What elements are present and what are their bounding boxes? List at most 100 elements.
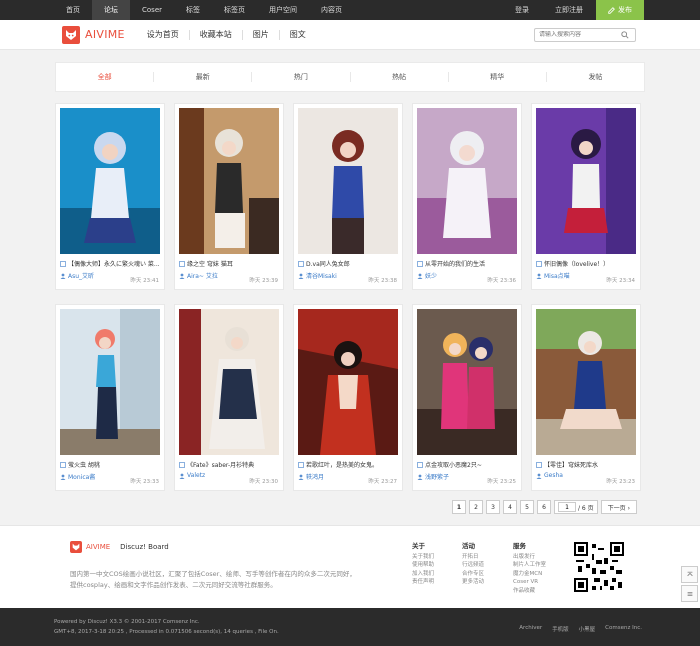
footer-board-name: Discuz! Board	[120, 543, 169, 551]
edit-icon	[608, 6, 615, 14]
user-icon	[417, 474, 423, 480]
tab-hot[interactable]: 热门	[251, 72, 349, 82]
document-icon	[536, 260, 542, 267]
post-time: 昨天 23:23	[606, 479, 635, 485]
post-title[interactable]: 点金攻取小恶魔2只~	[417, 460, 517, 469]
post-card[interactable]: 萤火虫 胡桃 Monica酱 昨天 23:33	[55, 304, 165, 491]
post-thumbnail[interactable]	[298, 309, 398, 455]
tab-latest[interactable]: 最新	[153, 72, 251, 82]
footer-link[interactable]: 作品收藏	[513, 587, 546, 596]
publish-button[interactable]: 发布	[596, 0, 644, 20]
post-title[interactable]: 【偶像大师】永久に繁火魂い 菜...	[60, 259, 160, 268]
post-card[interactable]: D.va同人兔女郎 清谷Misaki 昨天 23:38	[293, 103, 403, 290]
blacklist-link[interactable]: 小黑屋	[579, 625, 596, 633]
page-4[interactable]: 4	[503, 500, 517, 514]
topnav-forum[interactable]: 论坛	[92, 0, 130, 20]
footer-link[interactable]: 合作专区	[462, 570, 484, 579]
archiver-link[interactable]: Archiver	[519, 625, 542, 633]
tab-featured[interactable]: 精华	[447, 72, 546, 82]
page-1[interactable]: 1	[452, 500, 466, 514]
topnav-tag-page[interactable]: 标签页	[212, 0, 257, 20]
post-card[interactable]: 点金攻取小恶魔2只~ 浅野紫子 昨天 23:25	[412, 304, 522, 491]
post-card[interactable]: 怀旧偶像（lovelive！） Misa点喵 昨天 23:34	[531, 103, 641, 290]
nav-set-homepage[interactable]: 设为首页	[137, 30, 189, 40]
post-time: 昨天 23:36	[487, 278, 516, 284]
post-card[interactable]: 从零开始的我们的生活 妖少 昨天 23:36	[412, 103, 522, 290]
nav-pictures[interactable]: 图片	[241, 29, 279, 40]
topnav-home[interactable]: 首页	[54, 0, 92, 20]
footer-logo[interactable]: AIVIME Discuz! Board	[70, 541, 169, 553]
post-thumbnail[interactable]	[536, 108, 636, 254]
footer-link[interactable]: 加入我们	[412, 570, 434, 579]
page-3[interactable]: 3	[486, 500, 500, 514]
post-thumbnail[interactable]	[417, 108, 517, 254]
footer-link[interactable]: 更多活动	[462, 578, 484, 587]
post-title[interactable]: 怀旧偶像（lovelive！）	[536, 259, 636, 268]
user-icon	[417, 273, 423, 279]
footer-col-title: 活动	[462, 542, 475, 550]
topnav-coser[interactable]: Coser	[130, 0, 174, 20]
post-title[interactable]: 若歌红叶，是热美的女鬼。	[298, 460, 398, 469]
footer-col-services: 服务 出版发行 制片人工作室 魔力金MCN Coser VR 作品收藏	[513, 542, 546, 595]
mobile-link[interactable]: 手机版	[552, 625, 569, 633]
nav-image-text[interactable]: 图文	[278, 29, 316, 40]
document-icon	[417, 461, 423, 468]
document-icon	[179, 461, 185, 468]
post-title[interactable]: 【零佳】穹妹死库水	[536, 460, 636, 469]
post-title[interactable]: 《Fate》saber-月衫特典	[179, 460, 279, 469]
post-thumbnail[interactable]	[179, 309, 279, 455]
post-time: 昨天 23:38	[368, 278, 397, 284]
post-thumbnail[interactable]	[60, 108, 160, 254]
footer-link[interactable]: 关于我们	[412, 553, 434, 562]
post-card[interactable]: 【零佳】穹妹死库水 Gesha 昨天 23:23	[531, 304, 641, 491]
post-title[interactable]: 萤火虫 胡桃	[60, 460, 160, 469]
processing-info: GMT+8, 2017-3-18 20:25 , Processed in 0.…	[54, 629, 279, 635]
list-view-button[interactable]	[681, 585, 698, 602]
register-link[interactable]: 立即注册	[542, 0, 596, 20]
page-6[interactable]: 6	[537, 500, 551, 514]
post-card[interactable]: 【偶像大师】永久に繁火魂い 菜... Asu_艾昕 昨天 23:41	[55, 103, 165, 290]
post-card[interactable]: 缘之空 穹妹 猫耳 Aira~ 艾拉 昨天 23:39	[174, 103, 284, 290]
search-icon[interactable]	[621, 30, 629, 39]
footer-link[interactable]: 开拓日	[462, 553, 484, 562]
footer-link[interactable]: 使用帮助	[412, 561, 434, 570]
post-thumbnail[interactable]	[179, 108, 279, 254]
post-thumbnail[interactable]	[60, 309, 160, 455]
topnav-content-page[interactable]: 内容页	[309, 0, 354, 20]
post-thumbnail[interactable]	[417, 309, 517, 455]
fox-logo-icon	[70, 541, 82, 553]
topnav-tags[interactable]: 标签	[174, 0, 212, 20]
post-card[interactable]: 《Fate》saber-月衫特典 Valetz 昨天 23:30	[174, 304, 284, 491]
footer: AIVIME Discuz! Board 国内第一中文COS绘画小说社区，汇聚了…	[0, 525, 700, 608]
post-card[interactable]: 若歌红叶，是热美的女鬼。 轶鸿月 昨天 23:27	[293, 304, 403, 491]
top-right: 登录 立即注册 发布	[502, 0, 700, 20]
footer-link[interactable]: Coser VR	[513, 578, 546, 587]
tab-new-post[interactable]: 发帖	[545, 72, 644, 82]
pagination: 1 2 3 4 5 6 / 6 页 下一页 ›	[452, 500, 637, 514]
tab-all[interactable]: 全部	[56, 72, 153, 82]
topnav-user-space[interactable]: 用户空间	[257, 0, 309, 20]
footer-link[interactable]: 出版发行	[513, 553, 546, 562]
bottom-links: Archiver 手机版 小黑屋 Comsenz Inc.	[519, 625, 642, 633]
post-time: 昨天 23:34	[606, 278, 635, 284]
site-logo[interactable]: AIVIME	[62, 25, 125, 44]
post-thumbnail[interactable]	[298, 108, 398, 254]
tab-hot-posts[interactable]: 热帖	[349, 72, 448, 82]
nav-bookmark[interactable]: 收藏本站	[188, 29, 242, 40]
footer-link[interactable]: 魔力金MCN	[513, 570, 546, 579]
back-to-top-button[interactable]	[681, 566, 698, 583]
post-title[interactable]: 缘之空 穹妹 猫耳	[179, 259, 279, 268]
comsenz-link[interactable]: Comsenz Inc.	[605, 625, 642, 633]
footer-link[interactable]: 责任声明	[412, 578, 434, 587]
footer-link[interactable]: 行远频道	[462, 561, 484, 570]
page-5[interactable]: 5	[520, 500, 534, 514]
post-title[interactable]: D.va同人兔女郎	[298, 259, 398, 268]
search-input[interactable]	[539, 31, 621, 38]
next-page-button[interactable]: 下一页 ›	[600, 500, 637, 514]
post-title[interactable]: 从零开始的我们的生活	[417, 259, 517, 268]
post-thumbnail[interactable]	[536, 309, 636, 455]
page-2[interactable]: 2	[469, 500, 483, 514]
page-input[interactable]	[558, 502, 576, 512]
login-link[interactable]: 登录	[502, 0, 542, 20]
footer-link[interactable]: 制片人工作室	[513, 561, 546, 570]
